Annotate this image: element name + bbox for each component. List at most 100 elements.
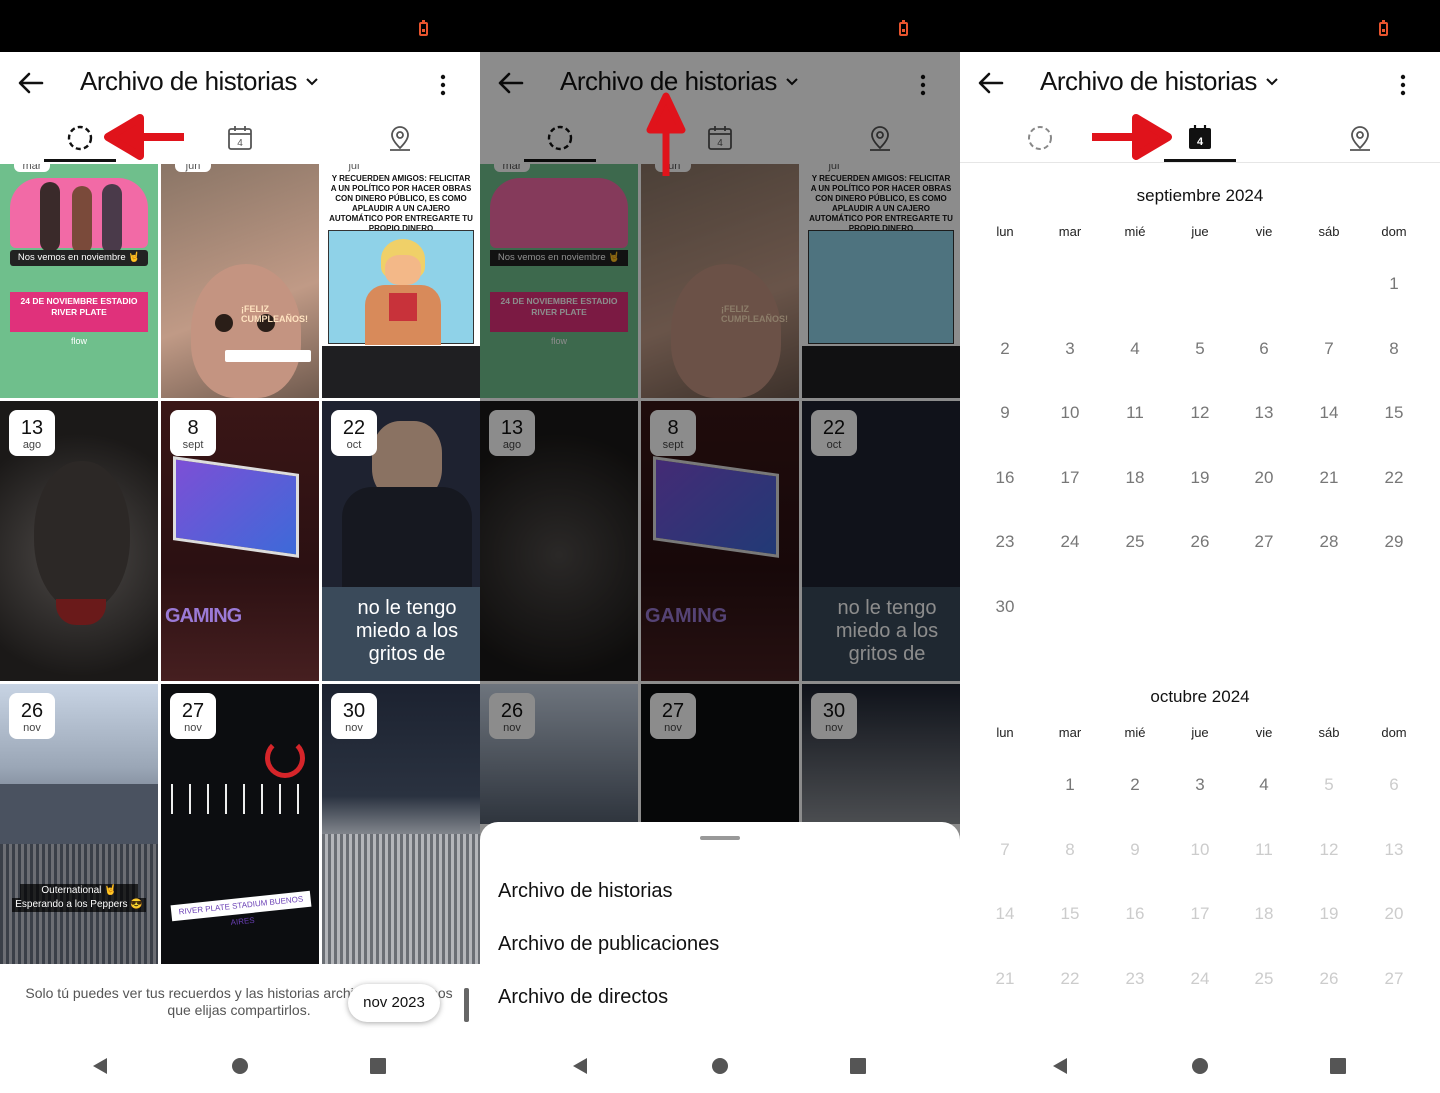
calendar-day[interactable]: 15 [1362,403,1426,423]
calendar-day[interactable]: 4 [1103,339,1167,359]
calendar-day[interactable]: 4 [1232,775,1296,795]
calendar-day[interactable]: 16 [973,468,1037,488]
more-options-icon[interactable] [428,70,458,100]
calendar-day[interactable]: 2 [1103,775,1167,795]
archive-type-menu-screen: Archivo de historias 4 Nos vemos en novi… [480,0,960,1093]
scrollbar-thumb[interactable] [464,988,469,1022]
selfie-face-image [191,264,301,398]
calendar-day[interactable]: 11 [1103,403,1167,423]
archive-type-bottom-sheet: Archivo de historias Archivo de publicac… [480,822,960,1036]
poster-figure-image [72,186,92,254]
calendar-day: 15 [1060,904,1080,923]
calendar-day[interactable]: 24 [1038,532,1102,552]
menu-item-live-archive[interactable]: Archivo de directos [498,986,668,1009]
story-tile[interactable]: ¡FELIZ CUMPLEAÑOS! jun [161,164,319,398]
calendar-day[interactable]: 14 [1297,403,1361,423]
archive-type-dropdown[interactable]: Archivo de historias [80,66,319,97]
calendar-day: 25 [1254,968,1274,988]
date-month: ago [22,439,42,451]
sheet-drag-handle[interactable] [700,836,740,840]
date-badge: 8 sept [170,410,216,456]
calendar-day: 9 [1130,839,1140,859]
nav-home-icon[interactable] [710,1056,730,1076]
calendar-day: 22 [1060,968,1080,988]
tab-locations[interactable] [360,112,440,164]
calendar-day[interactable]: 28 [1297,532,1361,552]
calendar-day[interactable]: 10 [1038,403,1102,423]
back-arrow-icon[interactable] [14,66,48,100]
calendar-day[interactable]: 27 [1232,532,1296,552]
menu-item-stories-archive[interactable]: Archivo de historias [498,880,673,903]
calendar-day[interactable]: 19 [1168,468,1232,488]
more-options-icon[interactable] [1388,70,1418,100]
tab-calendar[interactable]: 4 [200,112,280,164]
tab-stories[interactable] [40,112,120,164]
calendar-day[interactable]: 7 [1297,339,1361,359]
calendar-day[interactable]: 22 [1362,468,1426,488]
back-arrow-icon[interactable] [974,66,1008,100]
story-tile[interactable]: RIVER PLATE STADIUM BUENOS AIRES 27 nov [161,684,319,964]
nav-recents-icon[interactable] [1328,1056,1348,1076]
date-badge: 22 oct [331,410,377,456]
calendar-day[interactable]: 30 [973,597,1037,617]
calendar-day[interactable]: 5 [1168,339,1232,359]
lion-face-image [34,461,130,611]
story-tile[interactable]: 13 ago [0,401,158,681]
nav-back-icon[interactable] [570,1056,590,1076]
calendar-day[interactable]: 21 [1297,468,1361,488]
calendar-day[interactable]: 17 [1038,468,1102,488]
story-tile[interactable]: no le tengo miedo a los gritos de 22 oct [322,401,480,681]
calendar-day[interactable]: 2 [973,339,1037,359]
calendar-day: 6 [1389,775,1399,794]
weekday-label: dom [1381,224,1407,239]
calendar-day[interactable]: 12 [1168,403,1232,423]
month-scroll-pill[interactable]: nov 2023 [348,984,440,1022]
calendar-day: 26 [1319,968,1339,988]
calendar-day[interactable]: 1 [1038,775,1102,795]
calendar-day[interactable]: 20 [1232,468,1296,488]
weekday-label: sáb [1318,725,1340,740]
archive-type-dropdown[interactable]: Archivo de historias [1040,66,1279,97]
date-badge: 30 nov [331,693,377,739]
calendar-day[interactable]: 3 [1168,775,1232,795]
date-month: nov [345,722,363,734]
story-tile[interactable]: GAMING 8 sept [161,401,319,681]
calendar-day[interactable]: 1 [1362,274,1426,294]
story-tile[interactable]: Outernational 🤘 Esperando a los Peppers … [0,684,158,964]
nav-home-icon[interactable] [230,1056,250,1076]
he-man-image [328,230,474,345]
story-tile[interactable]: Y RECUERDEN AMIGOS: FELICITAR A UN POLÍT… [322,164,480,398]
tab-active-indicator [44,159,116,162]
nav-back-icon[interactable] [90,1056,110,1076]
calendar-day[interactable]: 8 [1362,339,1426,359]
nav-back-icon[interactable] [1050,1056,1070,1076]
calendar-day[interactable]: 23 [973,532,1037,552]
story-tile[interactable]: 30 nov [322,684,480,964]
story-caption: no le tengo miedo a los gritos de [332,597,480,666]
calendar-day[interactable]: 29 [1362,532,1426,552]
date-month: sept [182,439,204,451]
calendar-day[interactable]: 13 [1232,403,1296,423]
calendar-day[interactable]: 18 [1103,468,1167,488]
weekday-label: lun [996,725,1014,740]
poster-figure-image [102,184,122,254]
calendar-day: 19 [1319,904,1339,923]
nav-recents-icon[interactable] [848,1056,868,1076]
tab-stories[interactable] [1000,112,1080,164]
calendar-day[interactable]: 9 [973,403,1037,423]
weekday-label: lun [996,224,1014,239]
tab-locations[interactable] [1320,112,1400,164]
story-tile[interactable]: Nos vemos en noviembre 🤘 24 DE NOVIEMBRE… [0,164,158,398]
calendar-day[interactable]: 25 [1103,532,1167,552]
calendar-day[interactable]: 26 [1168,532,1232,552]
calendar-day[interactable]: 3 [1038,339,1102,359]
menu-item-posts-archive[interactable]: Archivo de publicaciones [498,933,719,956]
weekday-label: sáb [1318,224,1340,239]
nav-home-icon[interactable] [1190,1056,1210,1076]
calendar-day: 8 [1065,839,1075,859]
birthday-sticker: ¡FELIZ CUMPLEAÑOS! [241,304,308,324]
tab-calendar[interactable]: 4 [1160,112,1240,164]
nav-recents-icon[interactable] [368,1056,388,1076]
calendar-day[interactable]: 6 [1232,339,1296,359]
stories-grid: Nos vemos en noviembre 🤘 24 DE NOVIEMBRE… [0,164,480,964]
